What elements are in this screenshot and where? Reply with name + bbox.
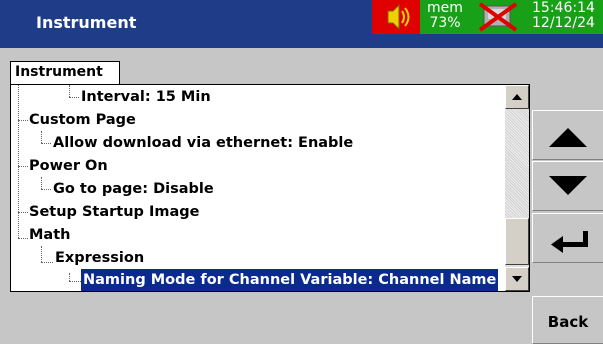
vertical-scrollbar[interactable] [505,85,529,291]
tree-line [18,238,28,239]
tree-line [18,212,28,213]
tree-line [69,273,70,281]
tree-line [41,246,42,262]
scroll-down-button[interactable] [505,267,529,291]
clock-time: 15:46:14 [532,0,595,16]
enter-icon [551,231,588,253]
triangle-up-icon [512,94,522,100]
tree-item-naming-mode[interactable]: Naming Mode for Channel Variable: Channe… [81,269,499,291]
speaker-icon[interactable] [372,0,420,34]
memory-label: mem [427,0,463,16]
memory-indicator: mem 73% [420,0,470,34]
clock: 15:46:14 12/12/24 [526,0,603,34]
tree-item-go-to-page[interactable]: Go to page: Disable [53,178,214,201]
tab-instrument[interactable]: Instrument [10,61,120,85]
move-up-button[interactable] [532,110,603,160]
tree-item-startup-image[interactable]: Setup Startup Image [29,201,199,224]
memory-value: 73% [429,15,461,31]
tree-line [41,262,53,263]
arrow-down-icon [549,176,587,195]
clock-date: 12/12/24 [532,15,595,31]
move-down-button[interactable] [532,161,603,211]
tree-item-math[interactable]: Math [29,224,70,247]
window-title: Instrument [36,13,137,32]
tree-item-custom-page[interactable]: Custom Page [29,109,136,132]
setup-tree-panel: Interval: 15 Min Custom Page Allow downl… [10,84,530,292]
tree-item-expression[interactable]: Expression [55,247,144,270]
scroll-up-button[interactable] [505,85,529,109]
scroll-thumb[interactable] [505,218,529,265]
tree-line [69,97,79,98]
tree-item-power-on[interactable]: Power On [29,155,108,178]
tree-line [18,85,19,238]
triangle-down-icon [512,276,522,282]
tree-item-allow-download[interactable]: Allow download via ethernet: Enable [53,132,353,155]
tree-line [41,143,51,144]
tree-line [41,131,42,143]
tree-line [18,166,28,167]
tree-line [69,281,81,282]
back-button[interactable]: Back [532,296,603,344]
enter-button[interactable] [532,213,603,263]
no-media-icon[interactable] [470,0,526,34]
tree-line [41,189,51,190]
arrow-up-icon [549,128,587,147]
title-bar: Instrument mem 73% 15:46:14 12/12/24 [0,0,603,48]
tree-item-interval[interactable]: Interval: 15 Min [81,86,211,109]
tree-line [41,177,42,189]
tree-line [18,120,28,121]
tree-line [69,85,70,97]
setup-tree: Interval: 15 Min Custom Page Allow downl… [11,85,505,291]
